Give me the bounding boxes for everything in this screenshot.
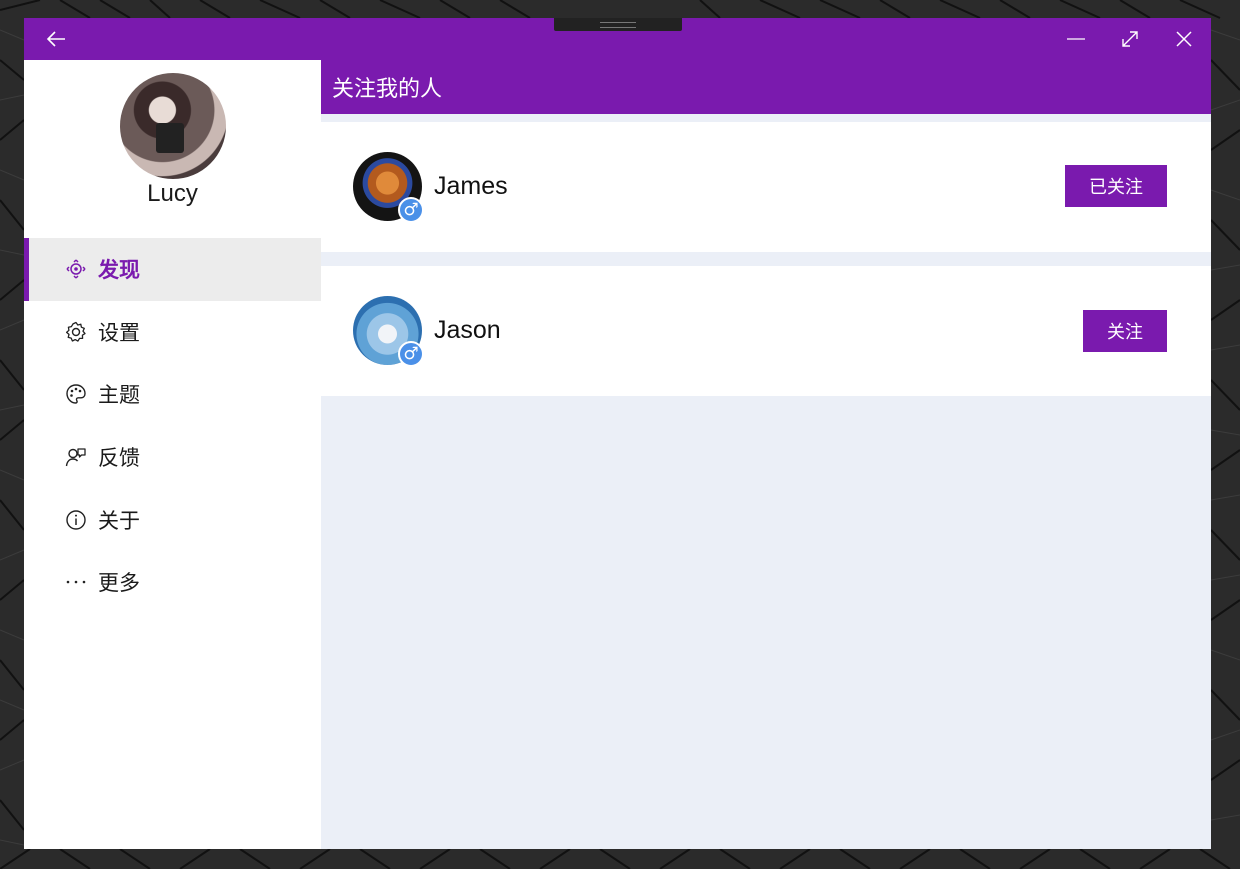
drag-handle[interactable]: [554, 18, 682, 31]
sidebar-item-feedback[interactable]: 反馈: [24, 426, 321, 489]
more-icon: [64, 570, 88, 594]
male-icon: ♂: [398, 341, 424, 367]
arrow-left-icon: [46, 31, 65, 47]
sidebar-item-label: 关于: [98, 508, 140, 533]
avatar[interactable]: ♂: [353, 296, 424, 367]
sidebar-item-settings[interactable]: 设置: [24, 301, 321, 364]
back-button[interactable]: [38, 26, 74, 52]
gear-icon: [64, 320, 88, 344]
close-button[interactable]: [1157, 18, 1211, 60]
info-icon: [64, 508, 88, 532]
sidebar-item-label: 设置: [98, 320, 140, 345]
avatar[interactable]: [120, 73, 226, 179]
avatar[interactable]: ♂: [353, 152, 424, 223]
followed-button[interactable]: 已关注: [1065, 165, 1167, 207]
follower-card[interactable]: ♂ Jason 关注: [321, 266, 1211, 396]
sidebar-item-label: 反馈: [98, 446, 140, 471]
page-title: 关注我的人: [321, 60, 1211, 114]
close-icon: [1176, 31, 1192, 47]
maximize-button[interactable]: [1103, 18, 1157, 60]
follow-button[interactable]: 关注: [1083, 310, 1167, 352]
compass-icon: [64, 257, 88, 281]
app-window: Lucy 发现 设置 主题 反馈 关于 更多 关注我的人 ♂ James 已关注…: [24, 18, 1211, 849]
sidebar-item-theme[interactable]: 主题: [24, 363, 321, 426]
feedback-icon: [64, 445, 88, 469]
sidebar-item-more[interactable]: 更多: [24, 551, 321, 614]
male-icon: ♂: [398, 197, 424, 223]
sidebar-item-label: 主题: [98, 383, 140, 408]
follower-card[interactable]: ♂ James 已关注: [321, 122, 1211, 252]
follower-name: James: [434, 172, 508, 200]
title-bar[interactable]: [24, 18, 1211, 60]
main-content: 关注我的人 ♂ James 已关注 ♂ Jason 关注: [321, 60, 1211, 849]
minimize-icon: [1067, 38, 1085, 40]
sidebar-item-about[interactable]: 关于: [24, 488, 321, 551]
follower-name: Jason: [434, 316, 501, 344]
nav-list: 发现 设置 主题 反馈 关于 更多: [24, 238, 321, 614]
sidebar-item-discover[interactable]: 发现: [24, 238, 321, 301]
window-controls: [1049, 18, 1211, 60]
sidebar-item-label: 发现: [98, 258, 140, 283]
profile-section: Lucy: [24, 60, 321, 238]
sidebar: Lucy 发现 设置 主题 反馈 关于 更多: [24, 60, 321, 849]
profile-name: Lucy: [147, 180, 198, 207]
minimize-button[interactable]: [1049, 18, 1103, 60]
sidebar-item-label: 更多: [98, 571, 140, 596]
maximize-icon: [1122, 31, 1138, 47]
palette-icon: [64, 382, 88, 406]
